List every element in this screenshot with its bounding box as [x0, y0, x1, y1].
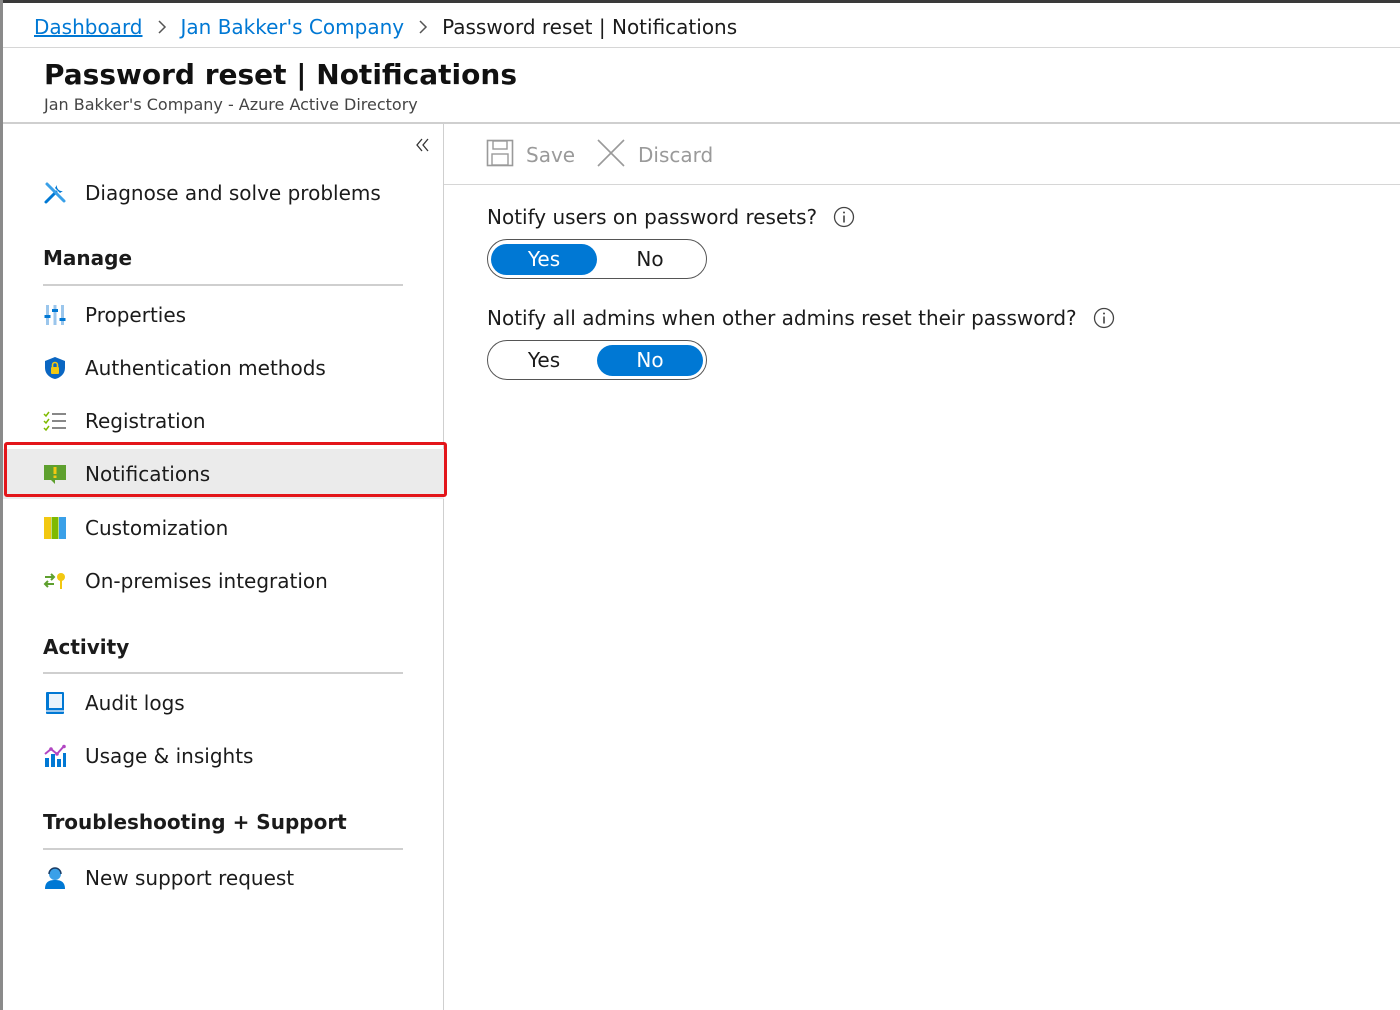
setting-label: Notify all admins when other admins rese… [487, 306, 1077, 330]
sidebar-item-label: On-premises integration [85, 569, 328, 593]
notification-icon [43, 462, 67, 486]
save-icon [486, 139, 514, 171]
section-divider [43, 848, 403, 850]
sidebar-item-label: Diagnose and solve problems [85, 181, 381, 205]
info-icon[interactable] [833, 206, 855, 228]
palette-icon [43, 516, 67, 540]
section-heading-activity: Activity [43, 635, 130, 659]
sidebar-item-audit-logs[interactable]: Audit logs [3, 678, 444, 728]
collapse-sidebar-button[interactable] [413, 134, 433, 158]
sidebar-item-authentication-methods[interactable]: Authentication methods [3, 343, 444, 393]
toolbar-divider [444, 184, 1400, 185]
setting-label: Notify users on password resets? [487, 205, 818, 229]
sidebar-item-new-support-request[interactable]: New support request [3, 853, 444, 903]
sidebar-item-label: Customization [85, 516, 229, 540]
breadcrumb-company-link[interactable]: Jan Bakker's Company [181, 15, 405, 39]
notify-admins-toggle: Yes No [487, 340, 707, 380]
book-icon [43, 691, 67, 715]
wrench-icon [43, 181, 67, 205]
sidebar-item-label: Notifications [85, 462, 211, 486]
breadcrumb-dashboard-link[interactable]: Dashboard [34, 15, 143, 39]
sync-icon [43, 569, 67, 593]
setting-notify-admins: Notify all admins when other admins rese… [487, 306, 1115, 330]
toggle-option-yes[interactable]: Yes [491, 345, 597, 376]
discard-label: Discard [638, 143, 714, 167]
sidebar: Diagnose and solve problems Manage Prope… [3, 124, 444, 1010]
sidebar-item-registration[interactable]: Registration [3, 396, 444, 446]
sidebar-item-notifications[interactable]: Notifications [3, 449, 444, 499]
sidebar-item-label: Registration [85, 409, 206, 433]
sidebar-item-label: New support request [85, 866, 295, 890]
sidebar-item-customization[interactable]: Customization [3, 503, 444, 553]
setting-notify-users: Notify users on password resets? [487, 205, 855, 229]
page-subtitle: Jan Bakker's Company - Azure Active Dire… [44, 95, 418, 114]
breadcrumb-current: Password reset | Notifications [442, 15, 738, 39]
sidebar-item-usage-insights[interactable]: Usage & insights [3, 731, 444, 781]
double-chevron-left-icon [415, 137, 431, 156]
breadcrumb: Dashboard Jan Bakker's Company Password … [34, 12, 737, 42]
sidebar-item-properties[interactable]: Properties [3, 290, 444, 340]
close-icon [596, 138, 626, 172]
properties-icon [43, 303, 67, 327]
section-heading-troubleshooting: Troubleshooting + Support [43, 810, 347, 834]
save-label: Save [526, 143, 576, 167]
chart-icon [43, 744, 67, 768]
page-title: Password reset | Notifications [44, 58, 517, 91]
sidebar-item-label: Audit logs [85, 691, 185, 715]
toggle-option-no[interactable]: No [597, 244, 703, 275]
sidebar-item-label: Properties [85, 303, 187, 327]
sidebar-item-label: Usage & insights [85, 744, 254, 768]
toggle-option-yes[interactable]: Yes [491, 243, 597, 275]
section-heading-manage: Manage [43, 246, 133, 270]
shield-icon [43, 356, 67, 380]
sidebar-item-label: Authentication methods [85, 356, 326, 380]
section-divider [43, 284, 403, 286]
sidebar-item-diagnose[interactable]: Diagnose and solve problems [3, 168, 444, 218]
chevron-right-icon [157, 19, 167, 35]
sidebar-item-on-premises-integration[interactable]: On-premises integration [3, 556, 444, 606]
toggle-option-no[interactable]: No [597, 344, 703, 376]
info-icon[interactable] [1093, 307, 1115, 329]
checklist-icon [43, 409, 67, 433]
discard-button[interactable]: Discard [596, 138, 713, 172]
breadcrumb-divider [3, 47, 1400, 48]
person-icon [43, 866, 67, 890]
save-button[interactable]: Save [486, 138, 575, 172]
section-divider [43, 672, 403, 674]
window-top-edge [0, 0, 1400, 3]
notify-users-toggle: Yes No [487, 239, 707, 279]
chevron-right-icon [418, 19, 428, 35]
